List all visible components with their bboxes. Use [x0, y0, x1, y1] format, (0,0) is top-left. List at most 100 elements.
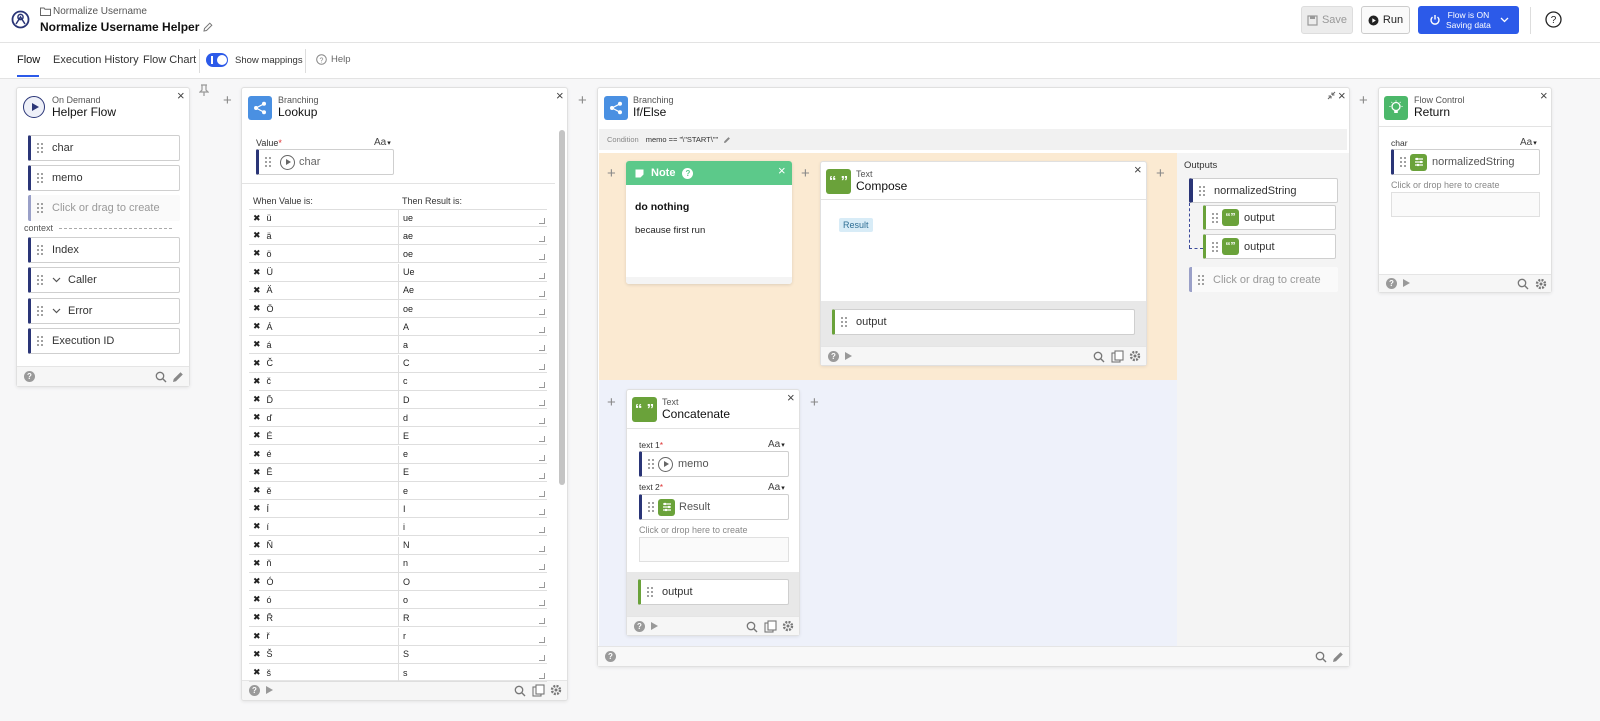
close-icon[interactable]: ×	[787, 391, 795, 404]
then-result-cell[interactable]: R	[399, 609, 547, 626]
text-format-dropdown[interactable]: Aa ▾	[374, 137, 391, 148]
play-icon[interactable]	[651, 622, 658, 630]
then-result-cell[interactable]: n	[399, 555, 547, 572]
then-result-cell[interactable]: O	[399, 573, 547, 590]
then-result-cell[interactable]: Ae	[399, 282, 547, 299]
delete-row-icon[interactable]: ✖	[253, 667, 261, 678]
delete-row-icon[interactable]: ✖	[253, 449, 261, 460]
delete-row-icon[interactable]: ✖	[253, 303, 261, 314]
context-field-caller[interactable]: Caller	[28, 267, 180, 293]
input-field-char[interactable]: char	[28, 135, 180, 161]
edit-icon[interactable]	[172, 371, 184, 383]
help-icon[interactable]: ?	[634, 621, 645, 632]
close-icon[interactable]: ×	[556, 89, 564, 102]
gear-icon[interactable]	[782, 620, 794, 632]
when-value-cell[interactable]: ✖ É	[249, 427, 399, 445]
edit-pencil-icon[interactable]	[203, 22, 213, 32]
value-field-char[interactable]: char	[256, 149, 394, 175]
play-icon[interactable]	[845, 352, 852, 360]
delete-row-icon[interactable]: ✖	[253, 394, 261, 405]
save-button[interactable]: Save	[1301, 6, 1353, 34]
scrollbar-thumb[interactable]	[559, 130, 565, 485]
then-result-cell[interactable]: C	[399, 355, 547, 372]
then-result-cell[interactable]: A	[399, 318, 547, 335]
context-field-execution-id[interactable]: Execution ID	[28, 328, 180, 354]
close-icon[interactable]: ×	[177, 89, 185, 102]
when-value-cell[interactable]: ✖ ö	[249, 245, 399, 263]
output-field[interactable]: output	[638, 579, 789, 605]
compose-card[interactable]: × “ ” Text Compose Result output ?	[820, 161, 1147, 366]
then-result-cell[interactable]: ue	[399, 210, 547, 226]
when-value-cell[interactable]: ✖ Ě	[249, 463, 399, 481]
output-normalized-string[interactable]: normalizedString	[1189, 178, 1338, 203]
then-result-cell[interactable]: ae	[399, 227, 547, 244]
when-value-cell[interactable]: ✖ á	[249, 336, 399, 354]
close-icon[interactable]: ×	[1134, 163, 1142, 176]
search-icon[interactable]	[1093, 351, 1105, 363]
when-value-cell[interactable]: ✖ č	[249, 372, 399, 390]
when-value-cell[interactable]: ✖ ó	[249, 591, 399, 609]
then-result-cell[interactable]: E	[399, 464, 547, 481]
play-icon[interactable]	[1403, 279, 1410, 287]
drop-zone[interactable]	[1391, 192, 1540, 217]
show-mappings-toggle[interactable]	[206, 53, 228, 67]
on-demand-card[interactable]: × On Demand Helper Flow char memo Click …	[16, 87, 190, 387]
then-result-cell[interactable]: d	[399, 409, 547, 426]
then-result-cell[interactable]: c	[399, 373, 547, 390]
tab-flow-chart[interactable]: Flow Chart	[143, 54, 196, 66]
delete-row-icon[interactable]: ✖	[253, 594, 261, 605]
gear-icon[interactable]	[1129, 350, 1141, 362]
delete-row-icon[interactable]: ✖	[253, 612, 261, 623]
add-step-plus-icon[interactable]: +	[607, 395, 616, 410]
when-value-cell[interactable]: ✖ Ä	[249, 281, 399, 299]
delete-row-icon[interactable]: ✖	[253, 430, 261, 441]
when-value-cell[interactable]: ✖ é	[249, 445, 399, 463]
delete-row-icon[interactable]: ✖	[253, 631, 261, 642]
app-logo-icon[interactable]	[11, 10, 30, 29]
delete-row-icon[interactable]: ✖	[253, 503, 261, 514]
then-result-cell[interactable]: o	[399, 591, 547, 608]
add-step-plus-icon[interactable]: +	[1156, 166, 1165, 181]
when-value-cell[interactable]: ✖ Ď	[249, 391, 399, 408]
condition-bar[interactable]: Condition memo == "\"START\""	[599, 129, 1347, 150]
delete-row-icon[interactable]: ✖	[253, 521, 261, 532]
run-button[interactable]: Run	[1361, 6, 1410, 34]
when-value-cell[interactable]: ✖ ň	[249, 554, 399, 572]
input-field-memo[interactable]: memo	[28, 165, 180, 191]
then-result-cell[interactable]: N	[399, 537, 547, 554]
create-field[interactable]: Click or drag to create	[28, 195, 180, 221]
then-result-cell[interactable]: Ue	[399, 264, 547, 281]
text-format-dropdown[interactable]: Aa ▾	[768, 439, 785, 450]
help-icon[interactable]: ?	[605, 651, 616, 662]
edit-icon[interactable]	[1332, 651, 1344, 663]
add-step-plus-icon[interactable]: +	[223, 93, 232, 108]
copy-icon[interactable]	[532, 684, 545, 697]
when-value-cell[interactable]: ✖ ü	[249, 210, 399, 226]
search-icon[interactable]	[514, 685, 526, 697]
chevron-down-icon[interactable]	[52, 277, 61, 283]
create-output-field[interactable]: Click or drag to create	[1189, 267, 1338, 292]
delete-row-icon[interactable]: ✖	[253, 540, 261, 551]
when-value-cell[interactable]: ✖ Í	[249, 500, 399, 518]
then-result-cell[interactable]: e	[399, 482, 547, 499]
search-icon[interactable]	[155, 371, 167, 383]
delete-row-icon[interactable]: ✖	[253, 285, 261, 296]
text1-field[interactable]: memo	[639, 451, 789, 477]
add-step-plus-icon[interactable]: +	[607, 166, 616, 181]
then-result-cell[interactable]: s	[399, 664, 547, 681]
help-icon[interactable]: ?	[1386, 278, 1397, 289]
play-icon[interactable]	[266, 686, 273, 694]
when-value-cell[interactable]: ✖ í	[249, 518, 399, 536]
gear-icon[interactable]	[550, 684, 562, 696]
output-field[interactable]: output	[832, 309, 1135, 335]
when-value-cell[interactable]: ✖ Č	[249, 354, 399, 372]
when-value-cell[interactable]: ✖ ě	[249, 482, 399, 499]
delete-row-icon[interactable]: ✖	[253, 467, 261, 478]
when-value-cell[interactable]: ✖ Ö	[249, 300, 399, 317]
when-value-cell[interactable]: ✖ š	[249, 664, 399, 681]
delete-row-icon[interactable]: ✖	[253, 213, 261, 224]
return-field[interactable]: normalizedString	[1391, 149, 1540, 175]
delete-row-icon[interactable]: ✖	[253, 267, 261, 278]
add-step-plus-icon[interactable]: +	[1359, 93, 1368, 108]
close-icon[interactable]: ×	[1540, 89, 1548, 102]
